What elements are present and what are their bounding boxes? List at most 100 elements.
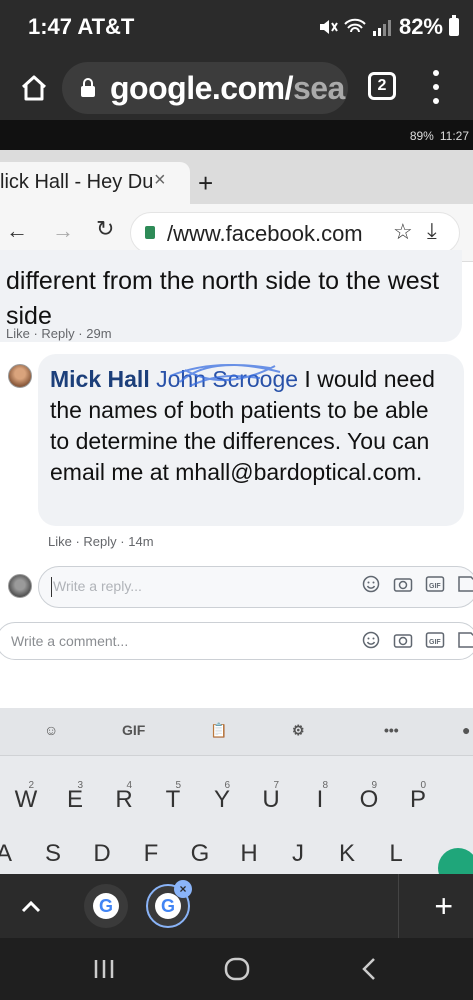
like-link[interactable]: Like	[48, 534, 72, 549]
overflow-menu-button[interactable]	[426, 70, 446, 104]
forward-arrow-icon[interactable]: →	[52, 218, 74, 244]
battery-icon	[449, 15, 459, 36]
chrome-bottom-tabstrip: G G × +	[0, 874, 473, 938]
reply-bubble: Mick Hall John Scrooge I would need the …	[38, 354, 464, 526]
inner-status-icons: 89% 11:27	[410, 129, 469, 143]
key-g[interactable]: G	[180, 832, 220, 874]
divider	[398, 874, 399, 938]
reply-link[interactable]: Reply	[41, 326, 74, 341]
key-j[interactable]: J	[278, 832, 318, 874]
reply-placeholder: Write a reply...	[53, 578, 142, 594]
mic-icon[interactable]: ●	[462, 722, 470, 738]
inner-battery: 89%	[409, 129, 434, 143]
gif-icon[interactable]: GIF	[425, 574, 445, 594]
key-number-hint: 7	[273, 780, 279, 791]
status-right: 82%	[317, 14, 459, 40]
comment-placeholder: Write a comment...	[11, 633, 129, 649]
chevron-up-icon[interactable]	[20, 894, 42, 922]
key-o[interactable]: O9	[349, 778, 389, 822]
like-link[interactable]: Like	[6, 326, 30, 341]
reply-text: Mick Hall John Scrooge I would need the …	[50, 363, 454, 488]
more-button[interactable]: •••	[384, 722, 399, 738]
key-number-hint: 6	[224, 780, 230, 791]
signal-icon	[372, 20, 391, 36]
reply-input[interactable]: Write a reply... GIF	[38, 566, 473, 608]
emoji-icon[interactable]	[361, 630, 381, 650]
key-number-hint: 3	[77, 780, 83, 791]
camera-icon[interactable]	[393, 574, 413, 594]
emoji-icon[interactable]	[361, 574, 381, 594]
status-icons	[317, 17, 393, 37]
tab-thumbnail[interactable]: G	[84, 884, 128, 928]
key-k[interactable]: K	[327, 832, 367, 874]
back-arrow-icon[interactable]: ←	[6, 218, 28, 244]
key-p[interactable]: P0	[398, 778, 438, 822]
wifi-icon	[344, 18, 366, 33]
home-nav-icon[interactable]	[224, 956, 250, 982]
sticker-icon[interactable]	[457, 630, 473, 650]
comment-input[interactable]: Write a comment... GIF	[0, 622, 473, 660]
comment-author[interactable]: Mick Hall	[50, 366, 150, 392]
mute-icon	[319, 20, 338, 34]
back-nav-icon[interactable]	[360, 956, 378, 982]
google-icon: G	[93, 893, 119, 919]
inner-status-bar: 89% 11:27	[0, 120, 473, 150]
recents-icon[interactable]	[92, 958, 116, 980]
tab-thumbnail-active[interactable]: G ×	[146, 880, 192, 928]
gear-icon[interactable]: ⚙	[292, 722, 305, 739]
close-tab-icon[interactable]: ×	[174, 880, 192, 898]
reload-icon[interactable]: ↻	[96, 216, 114, 242]
inner-tab[interactable]: lick Hall - Hey Du ×	[0, 162, 190, 204]
key-u[interactable]: U7	[251, 778, 291, 822]
key-r[interactable]: R4	[104, 778, 144, 822]
new-tab-button[interactable]: +	[434, 888, 453, 925]
google-icon: G	[155, 893, 181, 919]
key-l[interactable]: L	[376, 832, 416, 874]
new-tab-button[interactable]: +	[198, 168, 213, 199]
gif-label: GIF	[429, 639, 441, 646]
enter-key[interactable]	[438, 848, 473, 874]
key-f[interactable]: F	[131, 832, 171, 874]
key-d[interactable]: D	[82, 832, 122, 874]
inner-omnibox[interactable]: /www.facebook.com ☆ ⤓	[130, 212, 460, 254]
gif-icon[interactable]: GIF	[425, 630, 445, 650]
secure-lock-icon	[145, 226, 155, 239]
key-e[interactable]: E3	[55, 778, 95, 822]
mention-link[interactable]: John Scrooge	[156, 363, 298, 392]
comment-time: 14m	[128, 534, 154, 549]
lock-icon	[81, 78, 95, 97]
bookmark-star-icon[interactable]: ☆	[393, 219, 413, 245]
avatar[interactable]	[8, 364, 32, 388]
my-avatar	[8, 574, 32, 598]
camera-icon[interactable]	[393, 630, 413, 650]
comment2-meta: Like · Reply · 14m	[48, 534, 154, 549]
android-nav-bar	[0, 938, 473, 1000]
omnibox[interactable]: google.com/sea	[62, 62, 348, 114]
chrome-toolbar: google.com/sea 2	[0, 56, 473, 120]
download-icon[interactable]: ⤓	[427, 218, 437, 244]
key-i[interactable]: I8	[300, 778, 340, 822]
inner-url-text: /www.facebook.com	[167, 221, 363, 246]
status-bar: 1:47 AT&T 82%	[0, 0, 473, 56]
key-number-hint: 8	[322, 780, 328, 791]
sticker-icon[interactable]	[457, 574, 473, 594]
key-h[interactable]: H	[229, 832, 269, 874]
reply-link[interactable]: Reply	[83, 534, 116, 549]
sticker-icon[interactable]: ☺	[44, 722, 58, 738]
comment-text: different from the north side to the wes…	[6, 267, 440, 330]
key-t[interactable]: T5	[153, 778, 193, 822]
clipboard-icon[interactable]: 📋	[210, 722, 227, 739]
key-s[interactable]: S	[33, 832, 73, 874]
close-icon[interactable]: ×	[154, 169, 166, 192]
home-button[interactable]	[14, 68, 54, 108]
comment-time: 29m	[86, 326, 112, 341]
comment-icons: GIF	[361, 630, 473, 650]
tab-switcher-button[interactable]: 2	[368, 72, 396, 100]
home-icon	[21, 75, 47, 101]
battery-percent: 82%	[398, 14, 443, 39]
key-y[interactable]: Y6	[202, 778, 242, 822]
key-a[interactable]: A	[0, 832, 24, 874]
chevron-up-svg	[21, 900, 41, 913]
gif-button[interactable]: GIF	[122, 722, 145, 738]
keyboard-toolbar: ☺ GIF 📋 ⚙ ••• ●	[0, 708, 473, 756]
